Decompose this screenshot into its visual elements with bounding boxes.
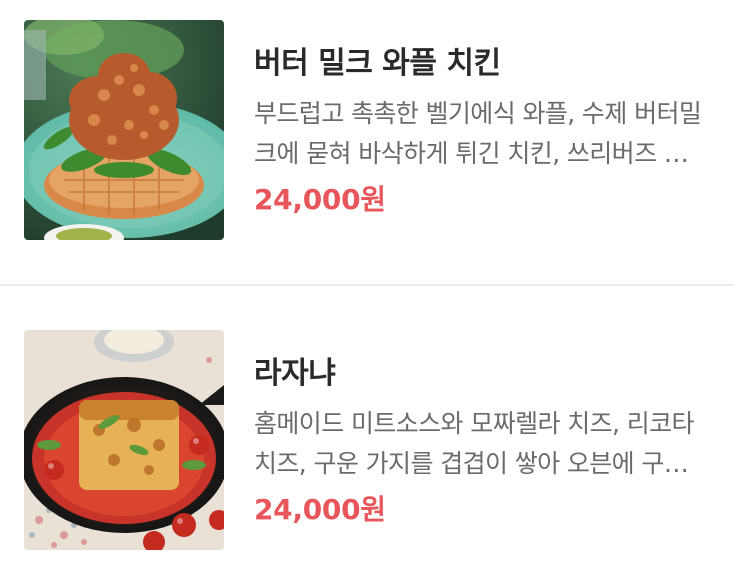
menu-list: 버터 밀크 와플 치킨 부드럽고 촉촉한 벨기에식 와플, 수제 버터밀크에 묻… bbox=[0, 0, 734, 576]
menu-item-title: 라자냐 bbox=[254, 356, 336, 391]
menu-item-price: 24,000원 bbox=[254, 183, 386, 216]
lasagna-photo[interactable] bbox=[24, 330, 224, 550]
menu-item-price: 24,000원 bbox=[254, 493, 386, 526]
menu-item-description: 부드럽고 촉촉한 벨기에식 와플, 수제 버터밀크에 묻혀 바삭하게 튀긴 치킨… bbox=[254, 99, 702, 168]
waffle-chicken-photo[interactable] bbox=[24, 20, 224, 240]
menu-item-description: 홈메이드 미트소스와 모짜렐라 치즈, 리코타 치즈, 구운 가지를 겹겹이 쌓… bbox=[254, 409, 695, 478]
menu-item-lasagna[interactable]: 라자냐 홈메이드 미트소스와 모짜렐라 치즈, 리코타 치즈, 구운 가지를 겹… bbox=[0, 310, 734, 550]
menu-item-waffle-chicken[interactable]: 버터 밀크 와플 치킨 부드럽고 촉촉한 벨기에식 와플, 수제 버터밀크에 묻… bbox=[0, 0, 734, 240]
menu-item-info: 라자냐 홈메이드 미트소스와 모짜렐라 치즈, 리코타 치즈, 구운 가지를 겹… bbox=[254, 330, 724, 530]
menu-item-info: 버터 밀크 와플 치킨 부드럽고 촉촉한 벨기에식 와플, 수제 버터밀크에 묻… bbox=[254, 20, 724, 220]
menu-item-title: 버터 밀크 와플 치킨 bbox=[254, 46, 501, 81]
divider bbox=[0, 284, 734, 286]
